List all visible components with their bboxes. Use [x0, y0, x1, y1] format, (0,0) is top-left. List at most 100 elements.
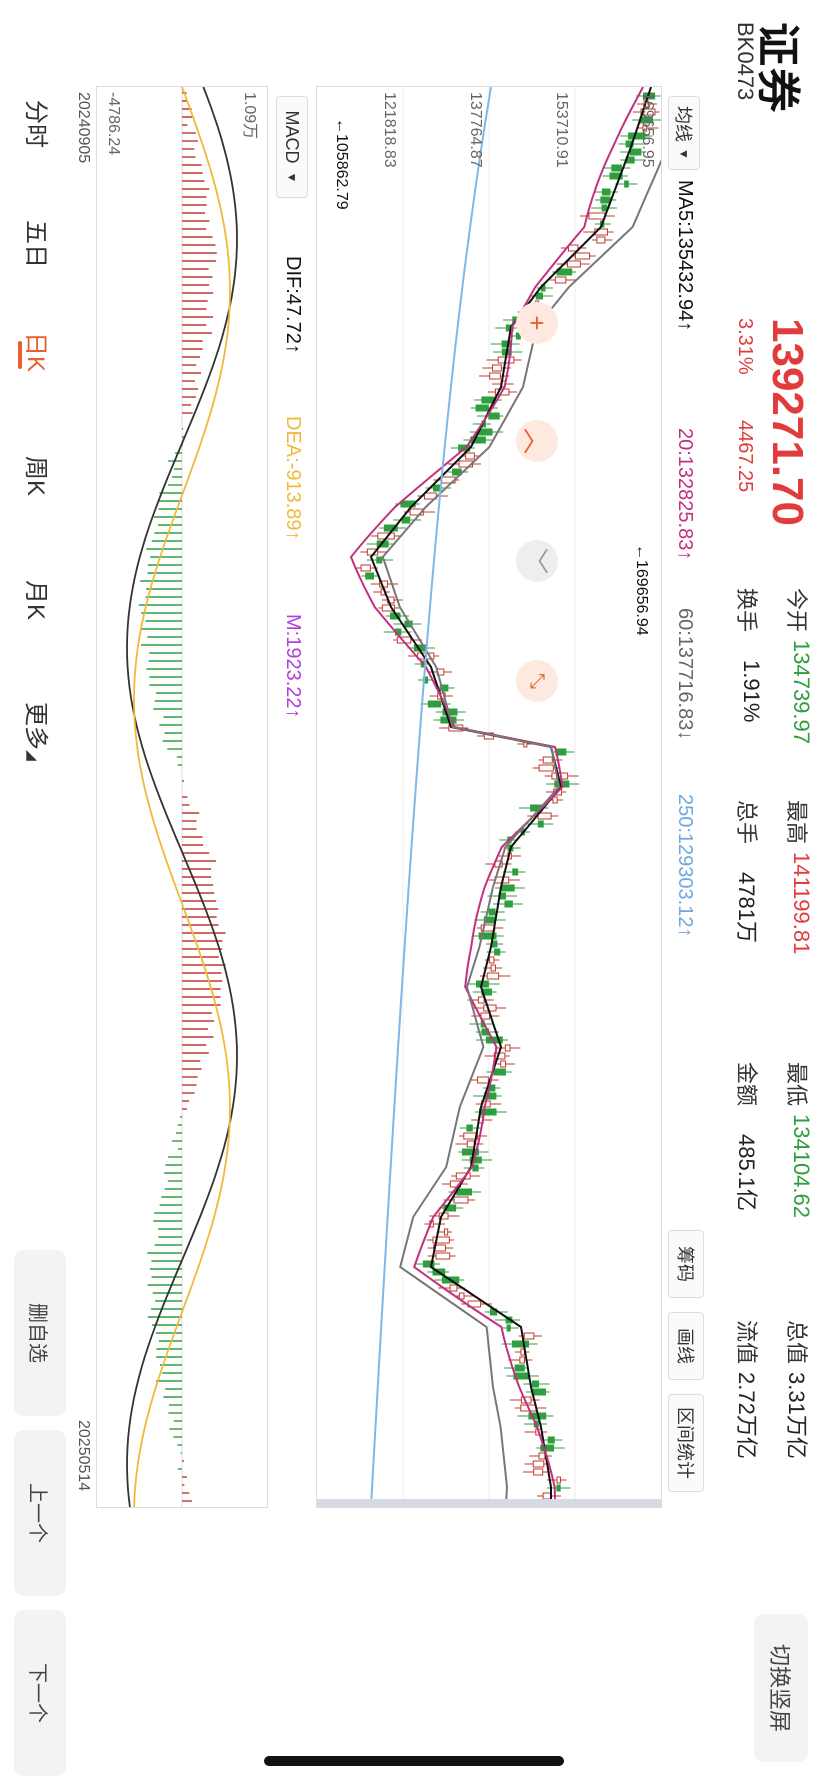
- remove-watchlist-button[interactable]: 删自选: [14, 1250, 66, 1416]
- candle-body: [537, 812, 552, 820]
- macd-bottom-label: -4786.24: [105, 92, 122, 156]
- candle-body: [360, 564, 371, 572]
- candle-body: [486, 972, 500, 980]
- candle-body: [449, 1284, 458, 1292]
- tab-more[interactable]: 更多◢: [21, 702, 56, 761]
- candle-body: [488, 908, 496, 916]
- candle-body: [504, 900, 513, 908]
- candle-body: [466, 1140, 475, 1148]
- candle-body: [514, 1364, 525, 1372]
- zoom-in-button[interactable]: +: [516, 302, 558, 344]
- candle-body: [506, 1324, 511, 1332]
- tab-five-day[interactable]: 五日: [21, 220, 56, 268]
- ma-select[interactable]: 均线 ▼: [668, 96, 700, 170]
- candle-body: [567, 244, 579, 252]
- candle-body: [538, 764, 554, 772]
- candle-body: [531, 1380, 539, 1388]
- stock-code: BK0473: [733, 22, 758, 101]
- kline-y-label: 137764.87: [467, 92, 484, 168]
- candle-body: [531, 1388, 546, 1396]
- switch-portrait-button[interactable]: 切换竖屏: [754, 1614, 808, 1762]
- candle-body: [488, 956, 495, 964]
- candle-body: [501, 884, 515, 892]
- ma60-line: [381, 86, 692, 1508]
- kline-y-label: 153710.91: [553, 92, 570, 168]
- macd-dea: DEA:-913.89↑: [282, 416, 304, 541]
- chevron-down-icon: ﹀: [520, 547, 551, 574]
- candle-body: [453, 1196, 469, 1204]
- candle-body: [511, 1340, 530, 1348]
- candle-body: [537, 820, 544, 828]
- caret-down-icon: ▼: [285, 171, 299, 184]
- ma-select-label: 均线: [673, 106, 693, 143]
- home-indicator: [264, 1756, 564, 1766]
- kline-panel[interactable]: [316, 86, 692, 1508]
- candle-body: [611, 164, 622, 172]
- ma5-value: MA5:135432.94↑: [674, 180, 696, 332]
- stat-totalcap-value: 3.31万亿: [784, 1372, 809, 1459]
- candle-body: [535, 292, 543, 300]
- candle-body: [533, 1468, 544, 1476]
- candle-body: [475, 404, 489, 412]
- candle-body: [504, 1044, 511, 1052]
- candle-body: [427, 700, 442, 708]
- chips-button[interactable]: 筹码: [668, 1230, 704, 1298]
- compress-icon: ⤡: [526, 673, 549, 689]
- indicator-select[interactable]: MACD ▼: [276, 96, 308, 198]
- tab-daily-k[interactable]: 日K: [21, 332, 56, 372]
- candle-body: [552, 796, 558, 804]
- candle-body: [488, 412, 500, 420]
- candle-body: [458, 1292, 465, 1300]
- scroll-left-button[interactable]: ︿: [516, 420, 558, 462]
- candle-body: [472, 1164, 479, 1172]
- candle-body: [483, 1004, 497, 1012]
- candle-body: [554, 276, 567, 284]
- caret-down-icon: ▼: [677, 148, 691, 160]
- tab-more-label: 更多: [22, 702, 49, 750]
- stat-amount-label: 金额: [734, 1062, 759, 1107]
- stat-amount-value: 485.1亿: [734, 1134, 759, 1212]
- fullscreen-button[interactable]: ⤡: [516, 660, 558, 702]
- low-price-marker: ←105862.79: [333, 118, 350, 210]
- active-tab-underline: [18, 341, 22, 369]
- candle-body: [465, 452, 475, 460]
- crosshair-band: [317, 1499, 661, 1507]
- candle-body: [547, 1436, 555, 1444]
- macd-top-label: 1.09万: [241, 92, 258, 140]
- tab-monthly-k[interactable]: 月K: [21, 580, 56, 620]
- candle-body: [600, 196, 611, 204]
- scroll-right-button[interactable]: ﹀: [516, 540, 558, 582]
- range-stats-button[interactable]: 区间统计: [668, 1394, 704, 1492]
- macd-dif: DIF:47.72↑: [282, 256, 304, 354]
- candle-body: [477, 996, 485, 1004]
- stat-totalcap-label: 总值: [784, 1320, 809, 1365]
- tab-intraday[interactable]: 分时: [21, 100, 56, 148]
- stat-floatcap-label: 流值: [734, 1320, 759, 1365]
- draw-line-button[interactable]: 画线: [668, 1312, 704, 1380]
- candle-body: [500, 1060, 507, 1068]
- page-title: 证券: [753, 22, 802, 114]
- candle-body: [365, 572, 375, 580]
- candle-body: [489, 372, 501, 380]
- candle-body: [556, 1476, 561, 1484]
- macd-chart: [126, 86, 238, 1508]
- candle-body: [492, 364, 502, 372]
- high-price-marker: ←169656.94: [633, 544, 650, 636]
- tab-weekly-k[interactable]: 周K: [21, 456, 56, 496]
- landscape-stage: 证券 BK0473 139271.70 3.31% 4467.25 今开 134…: [0, 0, 828, 1792]
- prev-button[interactable]: 上一个: [14, 1430, 66, 1596]
- ma250-value: 250:129303.12↑: [674, 794, 696, 938]
- candle-body: [489, 1084, 496, 1092]
- date-start: 20240905: [75, 92, 92, 164]
- next-button[interactable]: 下一个: [14, 1610, 66, 1776]
- candle-body: [624, 180, 629, 188]
- candle-body: [542, 756, 553, 764]
- candle-body: [494, 948, 501, 956]
- last-price: 139271.70: [763, 318, 812, 526]
- ma5-line: [369, 86, 652, 1507]
- stat-turnover-label: 换手: [734, 588, 759, 633]
- macd-panel[interactable]: [96, 86, 268, 1508]
- stat-open-value: 134739.97: [789, 640, 814, 744]
- change-percent: 3.31%: [734, 318, 756, 375]
- candle-body: [456, 1188, 473, 1196]
